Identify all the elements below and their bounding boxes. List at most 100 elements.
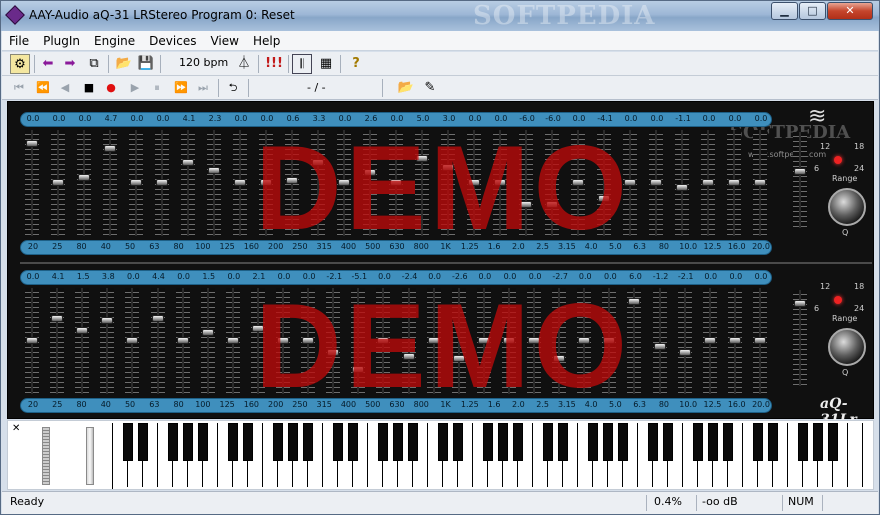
copy-icon[interactable]: ⧉ bbox=[84, 54, 104, 74]
forward-arrow-icon[interactable]: ➡ bbox=[60, 54, 80, 74]
slider-knob[interactable] bbox=[653, 342, 666, 350]
band-slider[interactable] bbox=[376, 288, 391, 394]
slider-knob[interactable] bbox=[338, 179, 350, 186]
band-slider[interactable] bbox=[727, 130, 741, 236]
slider-knob[interactable] bbox=[226, 337, 239, 344]
band-slider[interactable] bbox=[50, 288, 65, 394]
slider-knob[interactable] bbox=[572, 179, 584, 186]
band-slider[interactable] bbox=[225, 288, 240, 394]
band-slider[interactable] bbox=[701, 130, 715, 236]
slider-knob[interactable] bbox=[728, 179, 740, 186]
slider-knob[interactable] bbox=[442, 164, 454, 172]
black-key[interactable] bbox=[198, 423, 208, 461]
piano-keyboard[interactable] bbox=[112, 423, 872, 489]
band-slider[interactable] bbox=[285, 130, 299, 236]
black-key[interactable] bbox=[348, 423, 358, 461]
slider-knob[interactable] bbox=[546, 200, 558, 208]
menu-file[interactable]: File bbox=[2, 31, 36, 50]
black-key[interactable] bbox=[558, 423, 568, 461]
black-key[interactable] bbox=[588, 423, 598, 461]
slider-knob[interactable] bbox=[176, 337, 189, 344]
slider-knob[interactable] bbox=[427, 337, 440, 344]
maximize-button[interactable]: □ bbox=[799, 2, 826, 20]
slider-knob[interactable] bbox=[416, 154, 428, 162]
black-key[interactable] bbox=[483, 423, 493, 461]
slider-knob[interactable] bbox=[728, 337, 741, 344]
band-slider[interactable] bbox=[129, 130, 143, 236]
menu-view[interactable]: View bbox=[203, 31, 245, 50]
slider-knob[interactable] bbox=[201, 329, 214, 337]
band-slider[interactable] bbox=[627, 288, 642, 394]
slider-knob[interactable] bbox=[26, 337, 38, 344]
slider-knob[interactable] bbox=[390, 179, 402, 186]
rewind-icon[interactable]: ⏪ bbox=[34, 78, 52, 98]
slider-knob[interactable] bbox=[364, 169, 376, 177]
slider-knob[interactable] bbox=[156, 179, 168, 186]
slider-knob[interactable] bbox=[452, 354, 465, 362]
black-key[interactable] bbox=[513, 423, 523, 461]
slider-knob[interactable] bbox=[702, 179, 714, 186]
slider-knob[interactable] bbox=[468, 179, 480, 186]
slider-knob[interactable] bbox=[377, 337, 390, 344]
band-slider[interactable] bbox=[467, 130, 481, 236]
band-slider[interactable] bbox=[155, 130, 169, 236]
band-slider[interactable] bbox=[426, 288, 441, 394]
band-slider[interactable] bbox=[675, 130, 689, 236]
black-key[interactable] bbox=[378, 423, 388, 461]
band-slider[interactable] bbox=[363, 130, 377, 236]
band-slider[interactable] bbox=[493, 130, 507, 236]
title-bar[interactable]: AAY-Audio aQ-31 LRStereo Program 0: Rese… bbox=[1, 1, 879, 31]
white-key[interactable] bbox=[848, 423, 863, 487]
band-slider[interactable] bbox=[401, 288, 416, 394]
close-keyboard-icon[interactable]: ✕ bbox=[12, 423, 20, 434]
forward-end-icon[interactable]: ⏭ bbox=[194, 78, 212, 98]
slider-knob[interactable] bbox=[703, 337, 716, 344]
metronome-icon[interactable]: ⏃ bbox=[234, 54, 254, 74]
black-key[interactable] bbox=[333, 423, 343, 461]
open-folder-icon[interactable]: 📂 bbox=[114, 54, 134, 74]
slider-knob[interactable] bbox=[312, 159, 324, 167]
keyboard-icon[interactable]: 𝄃 bbox=[292, 54, 312, 74]
band-slider[interactable] bbox=[51, 130, 65, 236]
black-key[interactable] bbox=[243, 423, 253, 461]
slider-knob[interactable] bbox=[251, 325, 264, 333]
black-key[interactable] bbox=[438, 423, 448, 461]
close-button[interactable]: ✕ bbox=[827, 2, 873, 20]
band-slider[interactable] bbox=[451, 288, 466, 394]
step-back-icon[interactable]: ◀ bbox=[56, 78, 74, 98]
band-slider[interactable] bbox=[103, 130, 117, 236]
band-slider[interactable] bbox=[75, 288, 90, 394]
help-icon[interactable]: ? bbox=[346, 54, 366, 74]
save-icon[interactable]: 💾 bbox=[136, 54, 156, 74]
slider-knob[interactable] bbox=[78, 174, 90, 182]
band-slider[interactable] bbox=[727, 288, 742, 394]
black-key[interactable] bbox=[693, 423, 703, 461]
tempo-display[interactable]: 120 bpm bbox=[179, 56, 228, 69]
black-key[interactable] bbox=[768, 423, 778, 461]
top-master-slider[interactable] bbox=[793, 132, 807, 228]
black-key[interactable] bbox=[813, 423, 823, 461]
slider-knob[interactable] bbox=[603, 337, 616, 344]
back-arrow-icon[interactable]: ⬅ bbox=[38, 54, 58, 74]
bottom-master-slider[interactable] bbox=[793, 290, 807, 386]
slider-knob[interactable] bbox=[151, 315, 164, 323]
play-icon[interactable]: ▶ bbox=[126, 78, 144, 98]
band-slider[interactable] bbox=[649, 130, 663, 236]
slider-knob[interactable] bbox=[528, 337, 541, 344]
band-slider[interactable] bbox=[597, 130, 611, 236]
band-slider[interactable] bbox=[77, 130, 91, 236]
band-slider[interactable] bbox=[100, 288, 115, 394]
slider-knob[interactable] bbox=[101, 317, 114, 325]
app-icon[interactable] bbox=[5, 5, 25, 25]
slider-knob[interactable] bbox=[598, 194, 610, 202]
black-key[interactable] bbox=[618, 423, 628, 461]
black-key[interactable] bbox=[498, 423, 508, 461]
slider-knob[interactable] bbox=[754, 179, 766, 186]
band-slider[interactable] bbox=[150, 288, 165, 394]
black-key[interactable] bbox=[273, 423, 283, 461]
q-knob[interactable] bbox=[828, 328, 866, 366]
band-slider[interactable] bbox=[753, 288, 767, 394]
stop-icon[interactable]: ■ bbox=[80, 78, 98, 98]
band-slider[interactable] bbox=[753, 130, 767, 236]
band-slider[interactable] bbox=[326, 288, 341, 394]
